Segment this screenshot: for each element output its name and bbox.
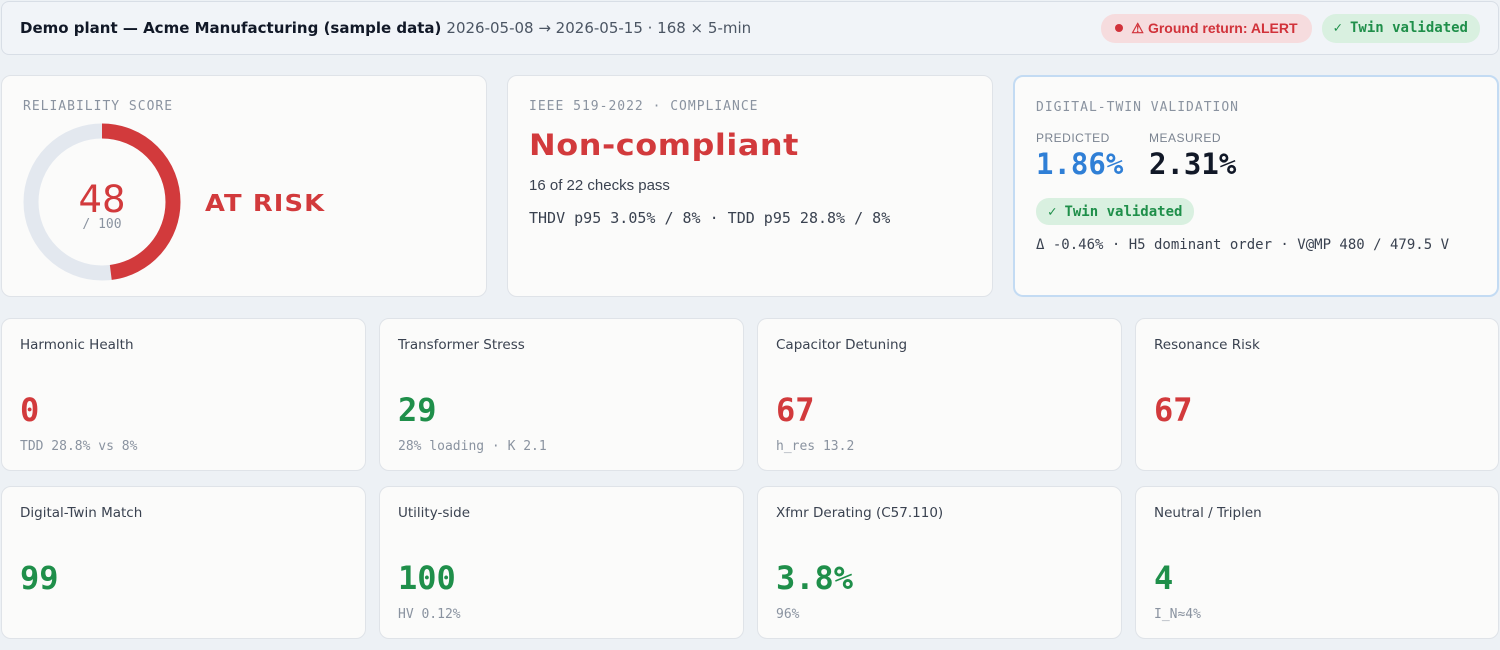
reliability-score-card: RELIABILITY SCORE 48 / 100 AT RISK [1,75,487,297]
metric-subtext: TDD 28.8% vs 8% [20,439,138,454]
metric-subtext: h_res 13.2 [776,439,855,454]
metric-label: Capacitor Detuning [776,337,908,353]
metric-label: Digital-Twin Match [20,505,143,521]
metric-tile-capacitor-detuning[interactable]: Capacitor Detuning 67 h_res 13.2 [757,318,1122,471]
twin-validation-card: DIGITAL-TWIN VALIDATION PREDICTED MEASUR… [1013,75,1499,297]
measured-label: MEASURED [1149,131,1222,145]
compliance-card: IEEE 519-2022 · COMPLIANCE Non-compliant… [507,75,993,297]
metric-label: Xfmr Derating (C57.110) [776,505,944,521]
metric-subtext: HV 0.12% [398,607,461,622]
metric-tile-harmonic-health[interactable]: Harmonic Health 0 TDD 28.8% vs 8% [1,318,366,471]
metric-value: 100 [398,559,456,597]
metric-tile-digital-twin-match[interactable]: Digital-Twin Match 99 [1,486,366,639]
metric-tile-transformer-stress[interactable]: Transformer Stress 29 28% loading · K 2.… [379,318,744,471]
metric-value: 4 [1154,559,1174,597]
metric-label: Transformer Stress [398,337,525,353]
reliability-status: AT RISK [205,191,326,217]
metric-label: Resonance Risk [1154,337,1260,353]
measured-value: 2.31% [1149,147,1237,181]
compliance-status: Non-compliant [529,128,799,162]
check-icon: ✓ [1333,20,1342,36]
metric-label: Neutral / Triplen [1154,505,1262,521]
ground-return-alert-badge[interactable]: ⚠ Ground return: ALERT [1101,13,1312,43]
alert-dot-icon [1115,24,1124,32]
metric-subtext: 28% loading · K 2.1 [398,439,547,454]
check-icon: ✓ [1048,203,1057,220]
metric-tile-xfmr-derating[interactable]: Xfmr Derating (C57.110) 3.8% 96% [757,486,1122,639]
predicted-label: PREDICTED [1036,131,1110,145]
metric-tile-neutral-triplen[interactable]: Neutral / Triplen 4 I_N≈4% [1135,486,1499,639]
warning-icon: ⚠ [1131,19,1144,36]
alert-badge-label: Ground return: ALERT [1147,20,1298,36]
metric-value: 3.8% [776,559,854,597]
validated-badge-label: Twin validated [1349,20,1468,36]
reliability-score-max: / 100 [82,217,122,232]
metric-value: 29 [398,391,437,429]
twin-badge-label: Twin validated [1064,203,1183,220]
metric-label: Harmonic Health [20,337,134,353]
metric-label: Utility-side [398,505,471,521]
twin-validated-status-badge[interactable]: ✓ Twin validated [1036,198,1195,225]
metric-value: 67 [776,391,815,429]
predicted-value: 1.86% [1036,147,1124,181]
twin-detail: Δ -0.46% · H5 dominant order · V@MP 480 … [1036,237,1450,253]
twin-caption: DIGITAL-TWIN VALIDATION [1036,100,1240,115]
reliability-score-value: 48 [78,178,126,221]
compliance-caption: IEEE 519-2022 · COMPLIANCE [529,99,759,114]
metric-subtext: 96% [776,607,800,622]
reliability-caption: RELIABILITY SCORE [23,99,174,114]
metric-subtext: I_N≈4% [1154,607,1201,622]
metric-tile-resonance-risk[interactable]: Resonance Risk 67 [1135,318,1499,471]
page-title: Demo plant — Acme Manufacturing (sample … [20,19,442,37]
date-range: 2026-05-08 → 2026-05-15 · 168 × 5-min [446,19,752,37]
metric-tile-utility-side[interactable]: Utility-side 100 HV 0.12% [379,486,744,639]
checks-pass-count: 16 of 22 checks pass [529,177,670,194]
compliance-detail: THDV p95 3.05% / 8% · TDD p95 28.8% / 8% [529,209,891,227]
header-bar: Demo plant — Acme Manufacturing (sample … [1,1,1499,55]
twin-validated-badge[interactable]: ✓ Twin validated [1321,13,1480,43]
metric-value: 99 [20,559,59,597]
metric-value: 0 [20,391,40,429]
metric-value: 67 [1154,391,1193,429]
